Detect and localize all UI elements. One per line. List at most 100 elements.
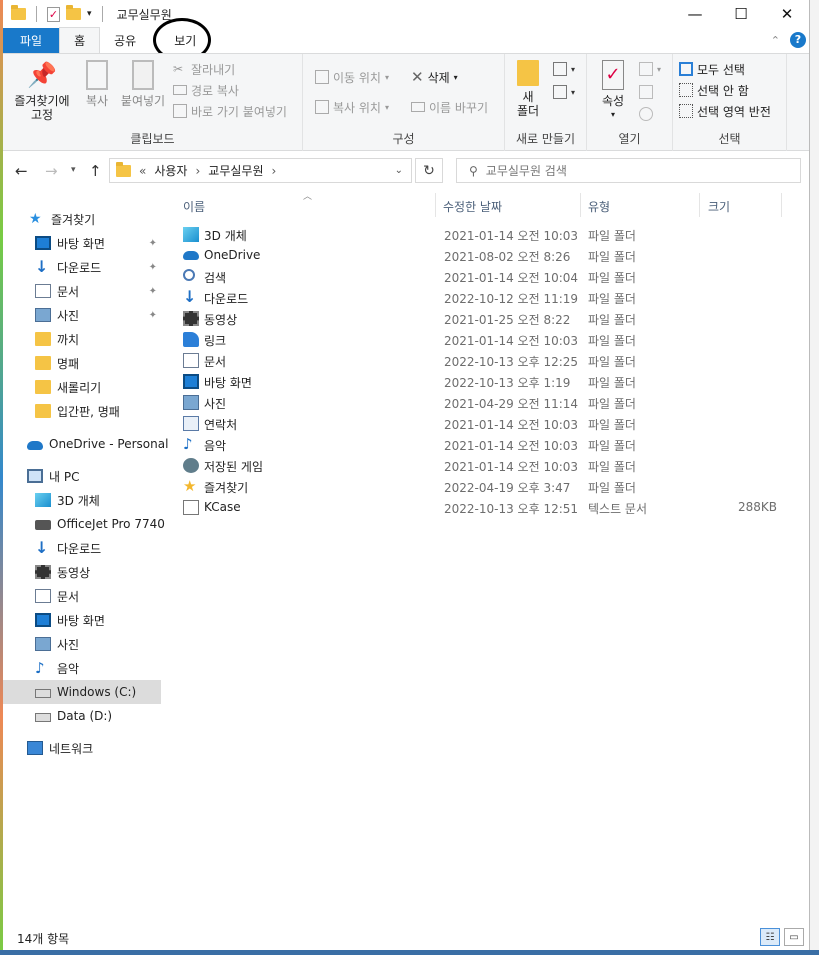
sidebar-item-quick-access[interactable]: ★ 즐겨찾기 [3, 207, 161, 231]
new-folder-icon[interactable] [66, 5, 81, 20]
table-row[interactable]: 문서 2022-10-13 오후 12:25 파일 폴더 [175, 350, 785, 371]
breadcrumb-users[interactable]: 사용자 [154, 162, 187, 179]
table-row[interactable]: 저장된 게임 2021-01-14 오전 10:03 파일 폴더 [175, 455, 785, 476]
file-type: 파일 폴더 [588, 334, 636, 348]
minimize-button[interactable]: — [672, 0, 718, 28]
breadcrumb-separator[interactable]: › [271, 164, 276, 178]
sidebar-item-downloads[interactable]: ↓ 다운로드 [3, 536, 161, 560]
column-header-date[interactable]: 수정한 날짜 [443, 198, 502, 215]
pin-quick-access-button[interactable]: 📌 즐겨찾기에 고정 [9, 60, 75, 122]
open-button[interactable]: ▾ [639, 59, 661, 79]
paste-shortcut-button[interactable]: 바로 가기 붙여넣기 [173, 101, 287, 121]
rename-button[interactable]: 이름 바꾸기 [411, 97, 488, 117]
address-overflow[interactable]: « [139, 164, 146, 178]
favorites-icon: ★ [183, 477, 197, 495]
table-row[interactable]: OneDrive 2021-08-02 오전 8:26 파일 폴더 [175, 245, 785, 266]
copy-path-button[interactable]: 경로 복사 [173, 80, 239, 100]
column-divider[interactable] [435, 193, 436, 217]
collapse-ribbon-icon[interactable]: ⌃ [771, 34, 780, 47]
table-row[interactable]: ↓ 다운로드 2022-10-12 오전 11:19 파일 폴더 [175, 287, 785, 308]
sidebar-item-3d-objects[interactable]: 3D 개체 [3, 488, 161, 512]
help-icon[interactable]: ? [790, 32, 806, 48]
sidebar-item-music[interactable]: ♪ 음악 [3, 656, 161, 680]
select-all-button[interactable]: 모두 선택 [679, 59, 745, 79]
folder-icon [11, 5, 26, 20]
properties-button[interactable]: ✓ 속성 ▾ [595, 60, 631, 122]
copy-label: 복사 [85, 94, 109, 108]
sidebar-item-drive-c[interactable]: Windows (C:) [3, 680, 161, 704]
sidebar-item-documents[interactable]: 문서 [3, 584, 161, 608]
breadcrumb-current[interactable]: 교무실무원 [208, 162, 263, 179]
table-row[interactable]: 바탕 화면 2022-10-13 오후 1:19 파일 폴더 [175, 371, 785, 392]
desktop-icon [35, 613, 51, 627]
sidebar-item-printer[interactable]: OfficeJet Pro 7740 [3, 512, 165, 536]
column-divider[interactable] [580, 193, 581, 217]
table-row[interactable]: ★ 즐겨찾기 2022-04-19 오후 3:47 파일 폴더 [175, 476, 785, 497]
delete-button[interactable]: ✕ 삭제 ▾ [411, 67, 458, 87]
properties-icon[interactable]: ✓ [47, 6, 60, 22]
recent-locations-button[interactable]: ▾ [71, 165, 76, 175]
tab-share[interactable]: 공유 [100, 28, 150, 53]
sidebar-item-folder[interactable]: 입간판, 명패 [3, 399, 161, 423]
cut-button[interactable]: ✂ 잘라내기 [173, 59, 235, 79]
sidebar-item-folder[interactable]: 까치 [3, 327, 161, 351]
details-view-button[interactable]: ☷ [760, 928, 780, 946]
file-name: 즐겨찾기 [204, 481, 249, 495]
pin-icon: 📌 [27, 61, 57, 89]
sidebar-item-pictures[interactable]: 사진 [3, 632, 161, 656]
tab-file[interactable]: 파일 [3, 28, 60, 53]
table-row[interactable]: 3D 개체 2021-01-14 오전 10:03 파일 폴더 [175, 224, 785, 245]
refresh-button[interactable]: ↻ [415, 158, 443, 183]
sidebar-item-pictures[interactable]: 사진 ✦ [3, 303, 161, 327]
table-row[interactable]: 링크 2021-01-14 오전 10:03 파일 폴더 [175, 329, 785, 350]
move-to-button[interactable]: 이동 위치 ▾ [315, 67, 389, 87]
copy-to-button[interactable]: 복사 위치 ▾ [315, 97, 389, 117]
column-divider[interactable] [781, 193, 782, 217]
breadcrumb-separator[interactable]: › [195, 164, 200, 178]
copy-button[interactable]: 복사 [77, 60, 117, 108]
sidebar-item-onedrive[interactable]: OneDrive - Personal [3, 432, 168, 456]
large-icons-view-button[interactable]: ▭ [784, 928, 804, 946]
paste-button[interactable]: 붙여넣기 [117, 60, 169, 108]
chevron-down-icon[interactable]: ⌄ [395, 165, 403, 176]
table-row[interactable]: 동영상 2021-01-25 오전 8:22 파일 폴더 [175, 308, 785, 329]
sidebar-item-folder[interactable]: 명패 [3, 351, 161, 375]
new-folder-button[interactable]: 새 폴더 [511, 60, 545, 118]
chevron-down-icon: ▾ [384, 72, 389, 82]
forward-button[interactable]: → [45, 162, 58, 180]
back-button[interactable]: ← [15, 162, 28, 180]
table-row[interactable]: 연락처 2021-01-14 오전 10:03 파일 폴더 [175, 413, 785, 434]
table-row[interactable]: ♪ 음악 2021-01-14 오전 10:03 파일 폴더 [175, 434, 785, 455]
column-header-name[interactable]: 이름 [183, 198, 205, 215]
search-input[interactable]: ⚲ 교무실무원 검색 [456, 158, 801, 183]
new-item-button[interactable]: ▾ [553, 59, 575, 79]
sidebar-item-folder[interactable]: 새롤리기 [3, 375, 161, 399]
maximize-button[interactable]: ☐ [718, 0, 764, 28]
address-bar[interactable]: « 사용자 › 교무실무원 › ⌄ [109, 158, 412, 183]
sidebar-item-drive-d[interactable]: Data (D:) [3, 704, 161, 728]
edit-button[interactable] [639, 82, 653, 102]
chevron-down-icon[interactable]: ▾ [87, 9, 92, 19]
sidebar-item-this-pc[interactable]: 내 PC [3, 464, 161, 488]
history-button[interactable] [639, 104, 653, 124]
easy-access-button[interactable]: ▾ [553, 82, 575, 102]
close-button[interactable]: ✕ [764, 0, 809, 28]
select-none-button[interactable]: 선택 안 함 [679, 80, 749, 100]
table-row[interactable]: KCase 2022-10-13 오후 12:51 텍스트 문서 288KB [175, 497, 785, 518]
sidebar-item-videos[interactable]: 동영상 [3, 560, 161, 584]
new-item-icon [553, 62, 567, 76]
sidebar-item-desktop[interactable]: 바탕 화면 ✦ [3, 231, 161, 255]
sidebar-item-desktop[interactable]: 바탕 화면 [3, 608, 161, 632]
tab-home[interactable]: 홈 [59, 27, 101, 53]
table-row[interactable]: 사진 2021-04-29 오전 11:14 파일 폴더 [175, 392, 785, 413]
column-divider[interactable] [699, 193, 700, 217]
table-row[interactable]: 검색 2021-01-14 오전 10:04 파일 폴더 [175, 266, 785, 287]
column-header-type[interactable]: 유형 [588, 198, 610, 215]
copy-to-label: 복사 위치 [333, 100, 381, 115]
column-header-size[interactable]: 크기 [708, 198, 730, 215]
sidebar-item-network[interactable]: 네트워크 [3, 736, 161, 760]
sidebar-item-downloads[interactable]: ↓ 다운로드 ✦ [3, 255, 161, 279]
sidebar-item-documents[interactable]: 문서 ✦ [3, 279, 161, 303]
invert-selection-button[interactable]: 선택 영역 반전 [679, 101, 771, 121]
up-button[interactable]: ↑ [89, 162, 102, 180]
